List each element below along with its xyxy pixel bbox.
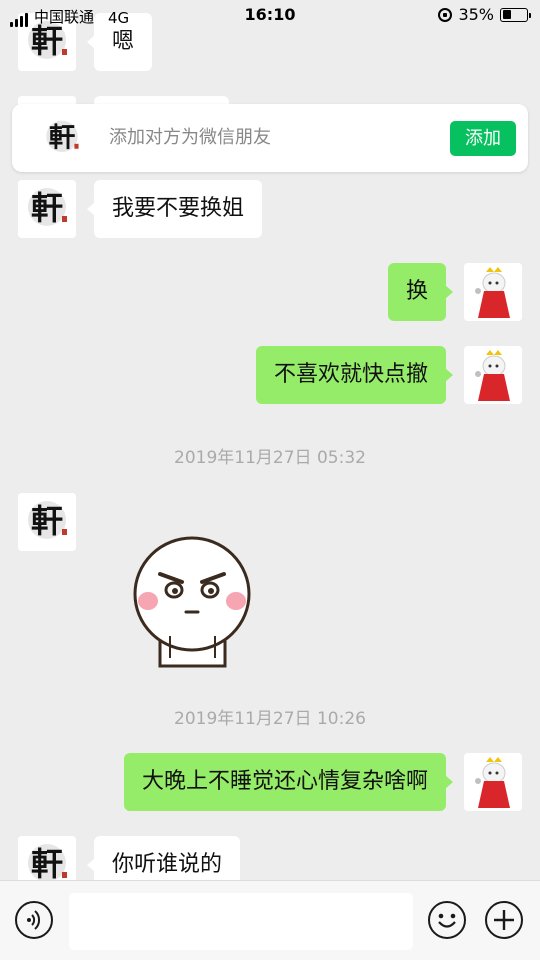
battery-icon <box>500 7 531 22</box>
message-bubble-outgoing[interactable]: 不喜欢就快点撤 <box>255 346 454 404</box>
message-input[interactable] <box>69 893 413 950</box>
status-bar: 中国联通 4G 16:10 35% <box>0 0 540 30</box>
rotation-lock-icon <box>438 7 453 22</box>
message-timestamp: 2019年11月27日 10:26 <box>174 709 366 729</box>
contact-avatar[interactable]: 軒 <box>18 180 76 238</box>
contact-avatar: 軒 <box>38 114 86 162</box>
message-bubble-outgoing[interactable]: 大晚上不睡觉还心情复杂啥啊 <box>123 753 454 811</box>
contact-avatar[interactable]: 軒 <box>18 493 76 551</box>
voice-icon[interactable] <box>15 901 53 939</box>
my-avatar[interactable] <box>464 753 522 811</box>
emoji-icon[interactable] <box>428 901 466 939</box>
avatar-glyph: 軒 <box>31 845 63 883</box>
add-friend-banner: 軒 添加对方为微信朋友 添加 <box>12 104 528 172</box>
message-bubble-outgoing[interactable]: 换 <box>387 263 454 321</box>
my-avatar[interactable] <box>464 263 522 321</box>
avatar-glyph: 軒 <box>49 122 76 153</box>
avatar-glyph: 軒 <box>31 502 63 540</box>
message-bubble-incoming[interactable]: 我要不要换姐 <box>86 180 263 238</box>
battery-percent: 35% <box>458 5 494 24</box>
add-friend-prompt: 添加对方为微信朋友 <box>109 127 271 148</box>
avatar-glyph: 軒 <box>31 189 63 227</box>
my-avatar[interactable] <box>464 346 522 404</box>
chat-input-bar <box>0 880 540 960</box>
message-timestamp: 2019年11月27日 05:32 <box>174 448 366 468</box>
plus-icon[interactable] <box>485 901 523 939</box>
add-friend-button[interactable]: 添加 <box>450 121 516 156</box>
sticker-image[interactable] <box>130 528 255 668</box>
